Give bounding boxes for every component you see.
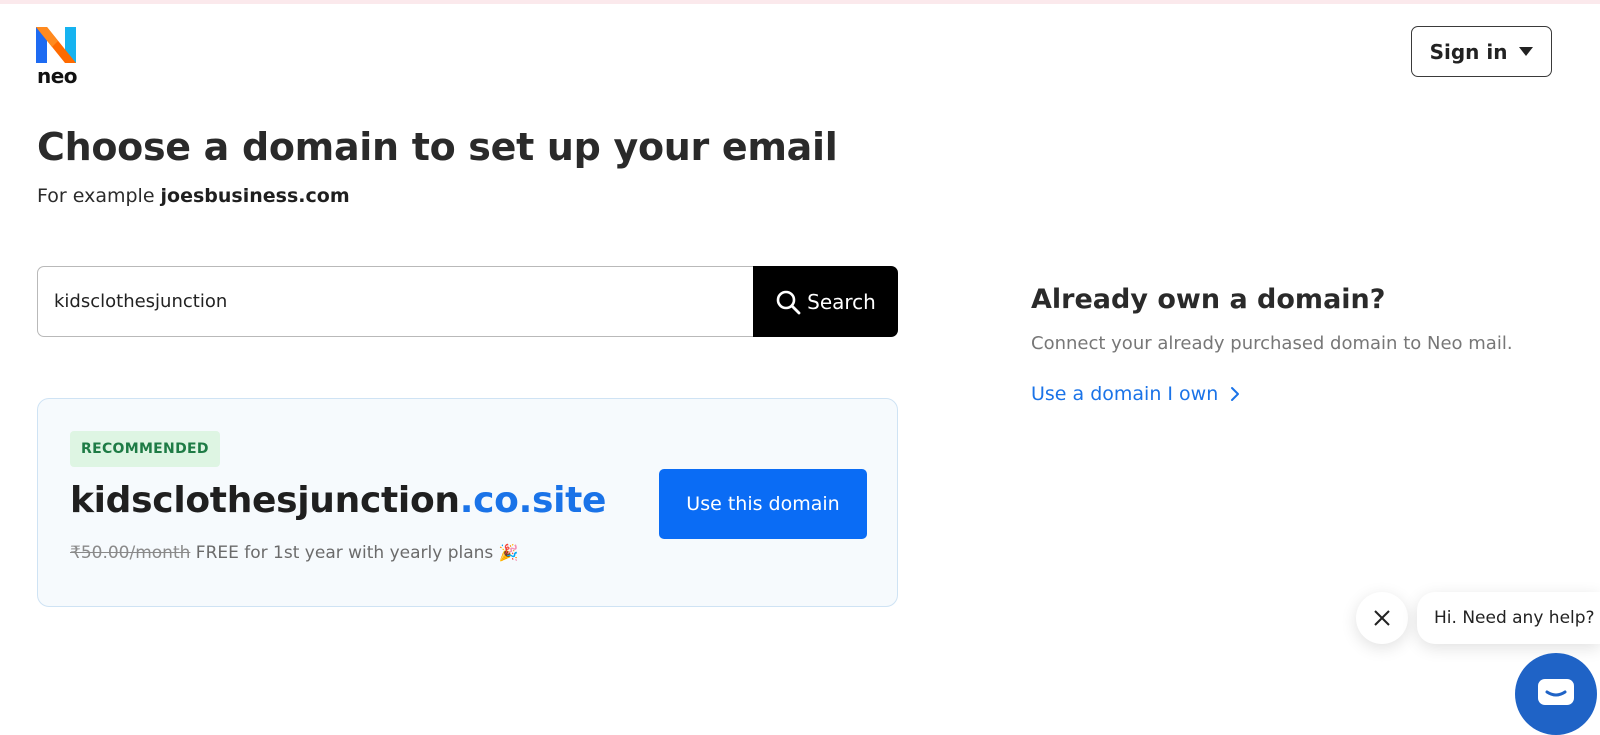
use-own-domain-link[interactable]: Use a domain I own — [1031, 381, 1240, 407]
page-title: Choose a domain to set up your email — [37, 125, 838, 169]
recommended-domain-name: kidsclothesjunction.co.site — [70, 477, 606, 525]
domain-search-input[interactable] — [37, 266, 753, 337]
recommended-domain-card: RECOMMENDED kidsclothesjunction.co.site … — [37, 398, 898, 607]
price-info: ₹50.00/month FREE for 1st year with year… — [70, 541, 519, 565]
search-icon — [776, 290, 801, 314]
domain-base: kidsclothesjunction — [70, 480, 460, 521]
domain-tld: .co.site — [459, 480, 607, 521]
chat-help-bubble[interactable]: Hi. Need any help? — [1417, 592, 1600, 644]
search-button-label: Search — [807, 289, 876, 314]
sign-in-label: Sign in — [1429, 39, 1508, 64]
own-domain-description: Connect your already purchased domain to… — [1031, 333, 1513, 354]
chat-icon — [1538, 679, 1574, 705]
neo-logo-icon — [36, 27, 76, 63]
old-price: ₹50.00/month — [70, 543, 191, 563]
example-text: For example joesbusiness.com — [37, 183, 350, 209]
chevron-right-icon — [1231, 387, 1240, 401]
recommended-badge: RECOMMENDED — [70, 431, 220, 467]
own-domain-title: Already own a domain? — [1031, 284, 1386, 315]
domain-search: Search — [37, 266, 898, 337]
top-accent-strip — [0, 0, 1600, 4]
use-own-domain-label: Use a domain I own — [1031, 383, 1219, 405]
example-domain: joesbusiness.com — [160, 185, 350, 207]
search-button[interactable]: Search — [753, 266, 898, 337]
offer-text: FREE for 1st year with yearly plans — [195, 543, 494, 563]
brand-name: neo — [37, 64, 78, 88]
chat-launcher-button[interactable] — [1515, 653, 1597, 735]
caret-down-icon — [1519, 47, 1534, 56]
party-popper-icon: 🎉 — [498, 543, 519, 562]
use-this-domain-button[interactable]: Use this domain — [659, 469, 867, 539]
example-prefix: For example — [37, 185, 161, 207]
sign-in-button[interactable]: Sign in — [1411, 26, 1552, 77]
chat-close-button[interactable] — [1356, 592, 1408, 644]
close-icon — [1374, 610, 1390, 626]
